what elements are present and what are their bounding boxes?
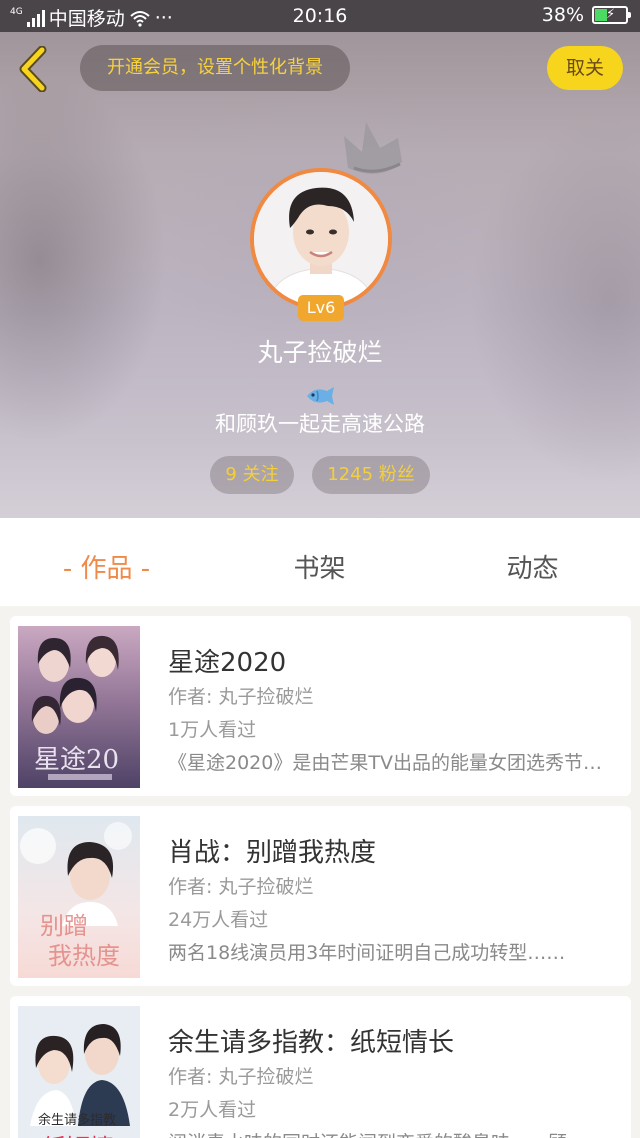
work-description: 阅消毒水味的同时还能闻到恋爱的酸臭味……顾 — [168, 1128, 608, 1138]
status-bar: 4G 中国移动 ··· 20:16 38% ⚡ — [0, 0, 640, 32]
cover-art: 星途20 — [18, 626, 140, 788]
user-bio: 和顾玖一起走高速公路 — [215, 412, 425, 436]
profile-header: 4G 中国移动 ··· 20:16 38% ⚡ 开通会员，设置个性化背景 取关 … — [0, 0, 640, 518]
svg-text:星途20: 星途20 — [34, 745, 119, 775]
level-badge: Lv6 — [298, 295, 344, 321]
list-item[interactable]: 星途20 星途2020 作者: 丸子捡破烂 1万人看过 《星途2020》是由芒果… — [10, 616, 631, 796]
cover-art: 余生请多指教 纸短情 — [18, 1006, 140, 1138]
tab-works[interactable]: - 作品 - — [0, 548, 213, 585]
work-author: 作者: 丸子捡破烂 — [168, 876, 314, 898]
avatar[interactable] — [250, 168, 392, 310]
work-author: 作者: 丸子捡破烂 — [168, 686, 314, 708]
battery-percent: 38% — [541, 4, 584, 26]
work-description: 《星途2020》是由芒果TV出品的能量女团选秀节目…… — [168, 752, 608, 774]
back-chevron-icon — [19, 45, 47, 93]
tab-bookshelf[interactable]: 书架 — [213, 548, 426, 585]
status-right: 38% ⚡ — [541, 4, 631, 26]
work-title: 肖战：别蹭我热度 — [168, 838, 377, 868]
vip-background-prompt[interactable]: 开通会员，设置个性化背景 — [80, 45, 350, 91]
work-views: 1万人看过 — [168, 719, 257, 741]
fish-icon — [307, 387, 334, 405]
battery-icon: ⚡ — [592, 6, 631, 24]
book-cover: 余生请多指教 纸短情 — [18, 1006, 140, 1138]
work-views: 2万人看过 — [168, 1099, 257, 1121]
svg-text:余生请多指教: 余生请多指教 — [38, 1112, 116, 1128]
work-title: 星途2020 — [168, 648, 287, 678]
book-cover: 星途20 — [18, 626, 140, 788]
work-description: 两名18线演员用3年时间证明自己成功转型…… — [168, 942, 566, 964]
cover-art: 别蹭 我热度 — [18, 816, 140, 978]
fans-count[interactable]: 1245 粉丝 — [312, 456, 430, 494]
work-author: 作者: 丸子捡破烂 — [168, 1066, 314, 1088]
work-views: 24万人看过 — [168, 909, 269, 931]
book-cover: 别蹭 我热度 — [18, 816, 140, 978]
svg-text:别蹭: 别蹭 — [40, 912, 88, 940]
list-item[interactable]: 余生请多指教 纸短情 余生请多指教：纸短情长 作者: 丸子捡破烂 2万人看过 阅… — [10, 996, 631, 1138]
avatar-portrait — [254, 172, 388, 306]
svg-text:纸短情: 纸短情 — [42, 1134, 114, 1138]
work-title: 余生请多指教：纸短情长 — [168, 1028, 455, 1058]
following-count[interactable]: 9 关注 — [210, 456, 294, 494]
back-button[interactable] — [14, 45, 54, 93]
svg-text:我热度: 我热度 — [48, 942, 120, 970]
unfollow-button[interactable]: 取关 — [547, 46, 623, 90]
user-nickname: 丸子捡破烂 — [257, 338, 383, 367]
profile-tabs: - 作品 - 书架 动态 — [0, 518, 640, 606]
list-item[interactable]: 别蹭 我热度 肖战：别蹭我热度 作者: 丸子捡破烂 24万人看过 两名18线演员… — [10, 806, 631, 986]
tab-activity[interactable]: 动态 — [426, 548, 639, 585]
